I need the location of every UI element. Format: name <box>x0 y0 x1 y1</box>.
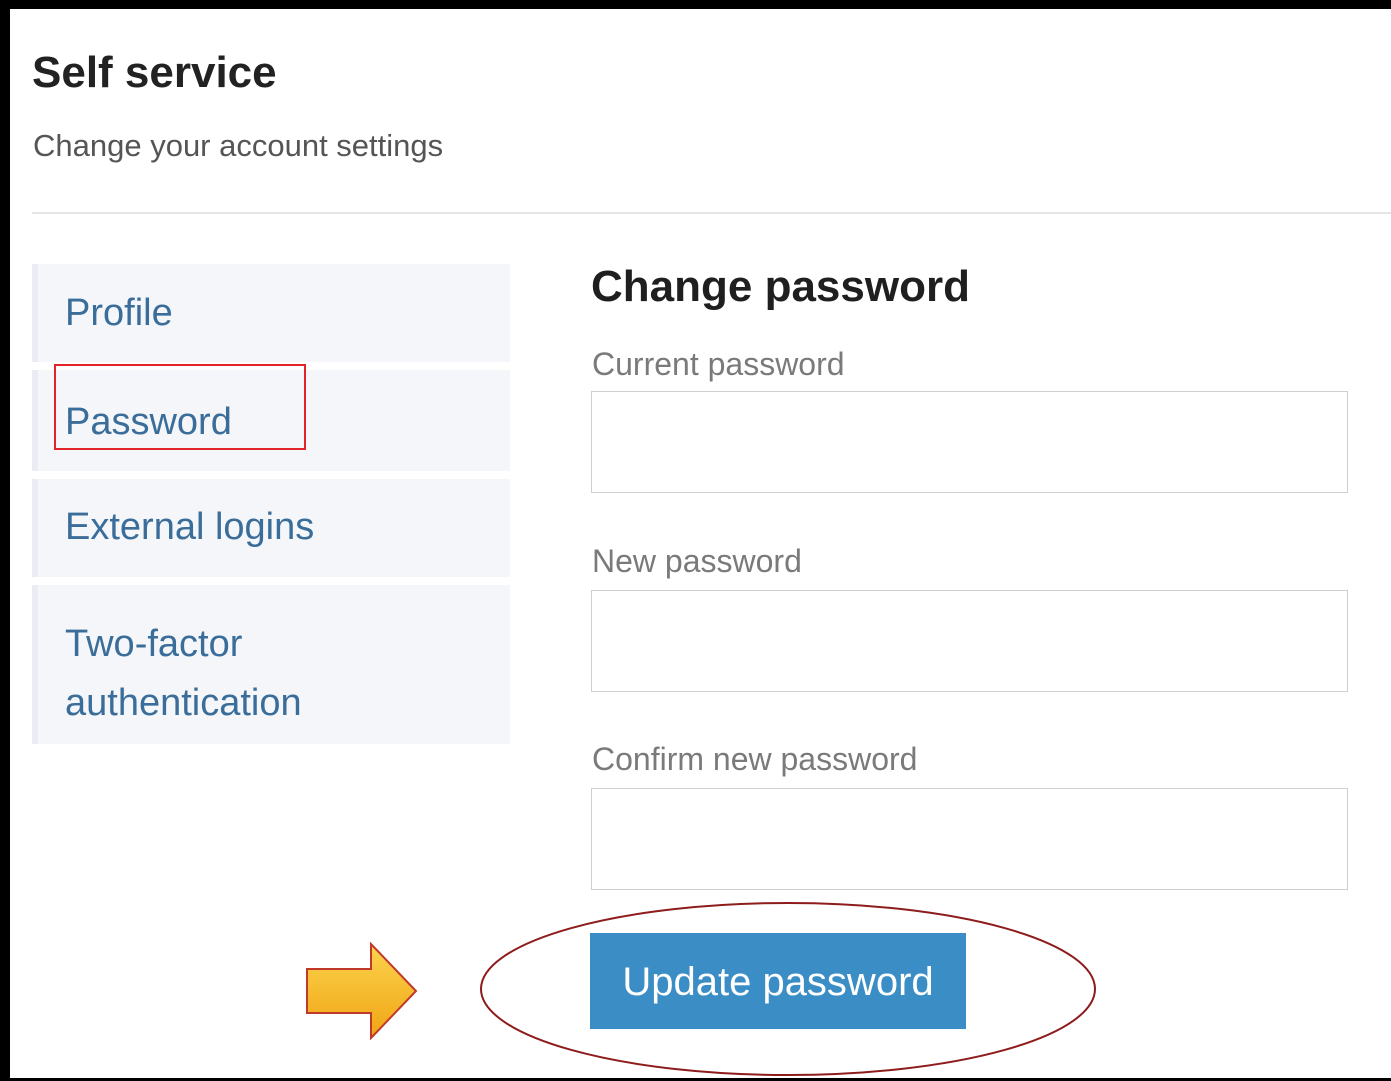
current-password-input[interactable] <box>591 391 1348 493</box>
confirm-new-password-input[interactable] <box>591 788 1348 890</box>
sidebar-item-profile[interactable]: Profile <box>32 264 510 362</box>
sidebar-item-two-factor-authentication[interactable]: Two-factor authentication <box>32 585 510 744</box>
confirm-new-password-label: Confirm new password <box>592 741 918 777</box>
update-password-button[interactable]: Update password <box>590 933 966 1029</box>
sidebar-item-label: Two-factor authentication <box>65 623 302 724</box>
section-title: Change password <box>591 262 970 311</box>
page-subtitle: Change your account settings <box>33 128 444 163</box>
new-password-label: New password <box>592 543 802 579</box>
current-password-label: Current password <box>592 346 845 382</box>
new-password-input[interactable] <box>591 590 1348 692</box>
sidebar-item-label: Password <box>65 401 232 443</box>
page-title: Self service <box>32 48 277 97</box>
sidebar-item-external-logins[interactable]: External logins <box>32 479 510 577</box>
sidebar-item-password[interactable]: Password <box>32 370 510 471</box>
header-divider <box>32 212 1391 214</box>
sidebar-item-label: External logins <box>65 506 315 548</box>
sidebar-item-label: Profile <box>65 292 173 334</box>
